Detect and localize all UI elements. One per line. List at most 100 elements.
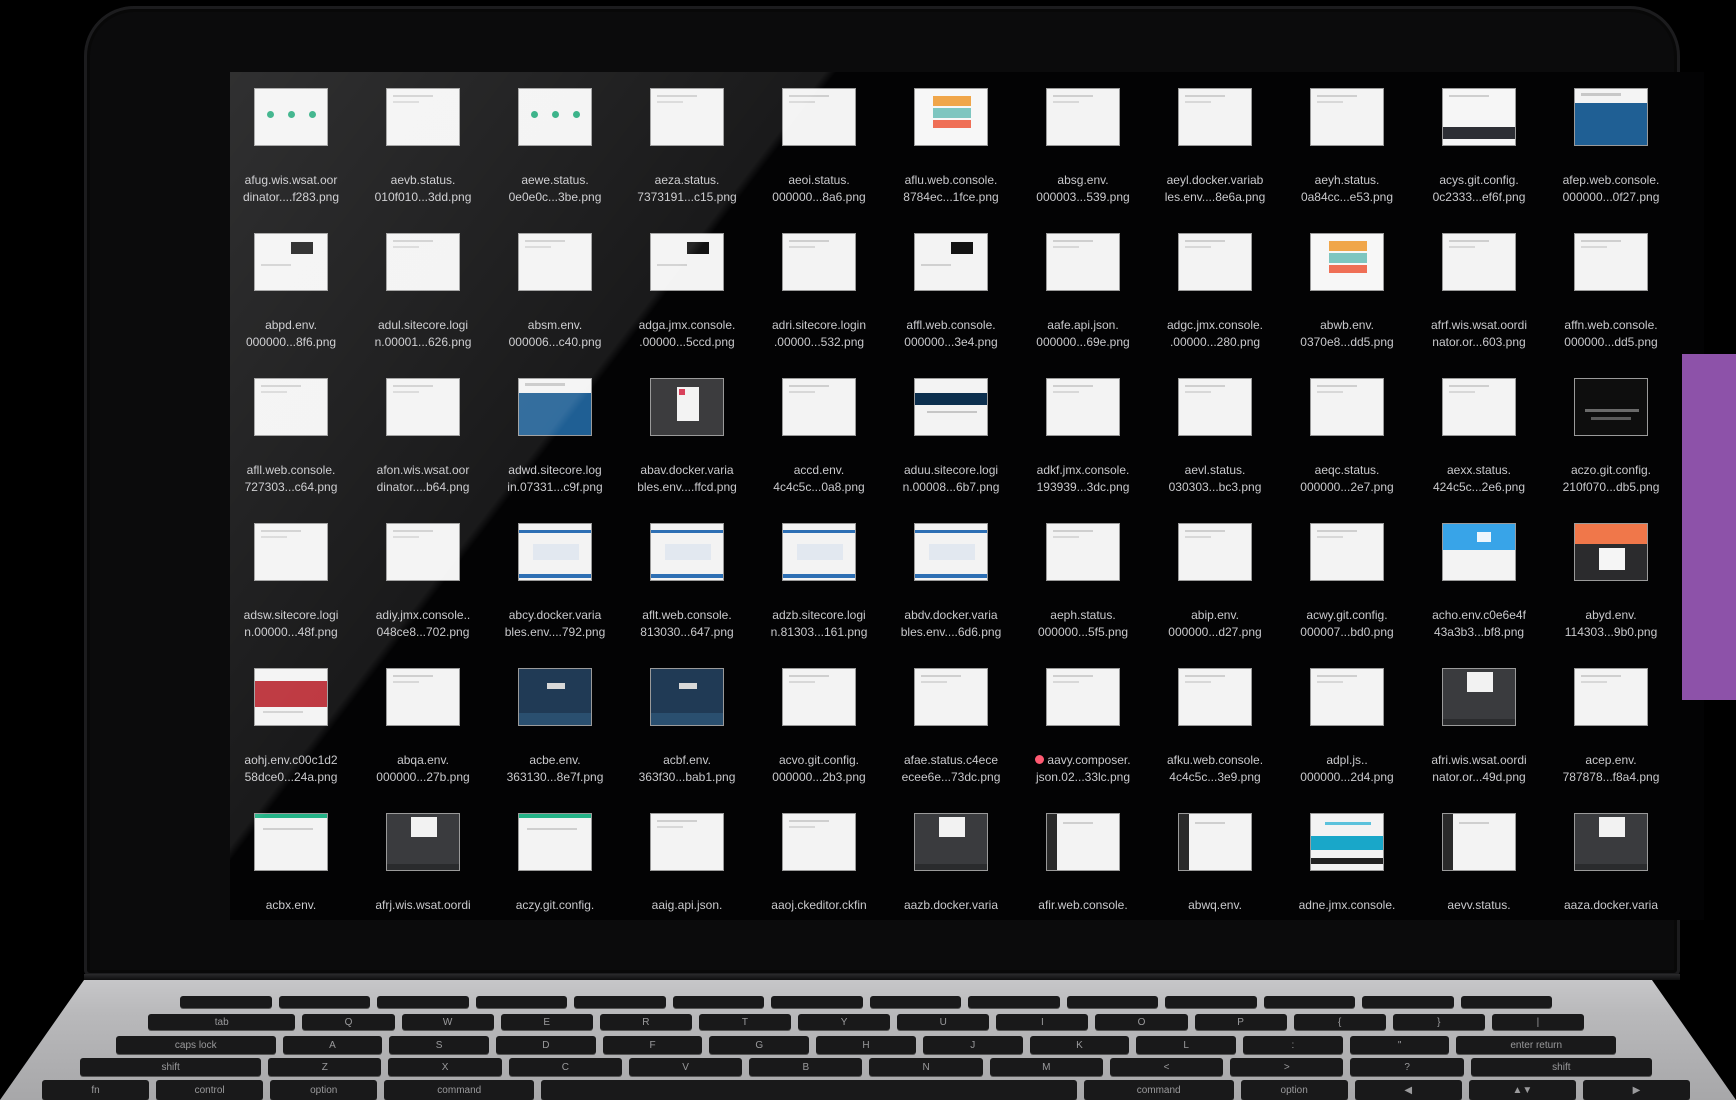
file-item[interactable]: afug.wis.wsat.oor dinator....f283.png bbox=[230, 88, 357, 233]
keyboard-key[interactable] bbox=[1066, 996, 1158, 1008]
file-thumbnail[interactable] bbox=[518, 523, 592, 581]
file-thumbnail[interactable] bbox=[1178, 233, 1252, 291]
keyboard-key[interactable]: } bbox=[1392, 1014, 1485, 1030]
file-item[interactable]: aexx.status. 424c5c...2e6.png bbox=[1413, 378, 1545, 523]
file-item[interactable]: acys.git.config. 0c2333...ef6f.png bbox=[1413, 88, 1545, 233]
keyboard-key[interactable] bbox=[574, 996, 666, 1008]
file-thumbnail[interactable] bbox=[1574, 668, 1648, 726]
keyboard-key[interactable] bbox=[180, 996, 272, 1008]
file-item[interactable]: abip.env. 000000...d27.png bbox=[1149, 523, 1281, 668]
file-thumbnail[interactable] bbox=[1178, 88, 1252, 146]
file-thumbnail[interactable] bbox=[1442, 813, 1516, 871]
file-item[interactable]: acbx.env. bbox=[230, 813, 357, 920]
keyboard-key[interactable]: shift bbox=[80, 1058, 262, 1076]
file-thumbnail[interactable] bbox=[1046, 233, 1120, 291]
file-thumbnail[interactable] bbox=[518, 233, 592, 291]
keyboard-key[interactable]: S bbox=[389, 1036, 489, 1054]
file-item[interactable]: adzb.sitecore.logi n.81303...161.png bbox=[753, 523, 885, 668]
keyboard-key[interactable]: ▶ bbox=[1582, 1080, 1690, 1100]
keyboard-key[interactable]: R bbox=[599, 1014, 692, 1030]
file-item[interactable]: abpd.env. 000000...8f6.png bbox=[230, 233, 357, 378]
keyboard-key[interactable] bbox=[771, 996, 863, 1008]
keyboard-key[interactable]: Y bbox=[798, 1014, 891, 1030]
file-item[interactable]: acho.env.c0e6e4f 43a3b3...bf8.png bbox=[1413, 523, 1545, 668]
file-item[interactable]: adiy.jmx.console.. 048ce8...702.png bbox=[357, 523, 489, 668]
file-thumbnail[interactable] bbox=[386, 523, 460, 581]
file-thumbnail[interactable] bbox=[1574, 378, 1648, 436]
keyboard-key[interactable]: Q bbox=[302, 1014, 395, 1030]
file-item[interactable]: aohj.env.c00c1d2 58dce0...24a.png bbox=[230, 668, 357, 813]
keyboard-key[interactable]: M bbox=[989, 1058, 1103, 1076]
file-item[interactable]: absm.env. 000006...c40.png bbox=[489, 233, 621, 378]
file-thumbnail[interactable] bbox=[386, 378, 460, 436]
file-item[interactable]: aevv.status. bbox=[1413, 813, 1545, 920]
keyboard-key[interactable]: enter return bbox=[1456, 1036, 1616, 1054]
keyboard-key[interactable]: | bbox=[1491, 1014, 1585, 1030]
file-thumbnail[interactable] bbox=[518, 378, 592, 436]
file-thumbnail[interactable] bbox=[650, 813, 724, 871]
file-thumbnail[interactable] bbox=[914, 88, 988, 146]
file-item[interactable]: abqa.env. 000000...27b.png bbox=[357, 668, 489, 813]
file-item[interactable]: aaig.api.json. bbox=[621, 813, 753, 920]
keyboard-key[interactable]: T bbox=[698, 1014, 792, 1030]
file-item[interactable]: afae.status.c4ece ecee6e...73dc.png bbox=[885, 668, 1017, 813]
file-thumbnail[interactable] bbox=[1046, 813, 1120, 871]
keyboard-key[interactable]: E bbox=[500, 1014, 593, 1030]
file-item[interactable]: aeza.status. 7373191...c15.png bbox=[621, 88, 753, 233]
file-item[interactable]: aczy.git.config. bbox=[489, 813, 621, 920]
keyboard-key[interactable]: U bbox=[897, 1014, 990, 1030]
file-thumbnail[interactable] bbox=[1574, 233, 1648, 291]
file-thumbnail[interactable] bbox=[914, 378, 988, 436]
file-thumbnail[interactable] bbox=[650, 88, 724, 146]
file-item[interactable]: adgc.jmx.console. .00000...280.png bbox=[1149, 233, 1281, 378]
file-item[interactable]: abwb.env. 0370e8...dd5.png bbox=[1281, 233, 1413, 378]
keyboard-key[interactable]: tab bbox=[148, 1014, 296, 1030]
file-thumbnail[interactable] bbox=[1178, 668, 1252, 726]
file-item[interactable]: absg.env. 000003...539.png bbox=[1017, 88, 1149, 233]
file-thumbnail[interactable] bbox=[914, 523, 988, 581]
file-item[interactable]: af ta bbox=[1677, 88, 1704, 233]
file-thumbnail[interactable] bbox=[782, 233, 856, 291]
keyboard-key[interactable] bbox=[1165, 996, 1257, 1008]
keyboard-key[interactable] bbox=[541, 1080, 1077, 1100]
file-item[interactable]: aavy.composer. json.02...33lc.png bbox=[1017, 668, 1149, 813]
file-thumbnail[interactable] bbox=[782, 813, 856, 871]
file-thumbnail[interactable] bbox=[1442, 523, 1516, 581]
keyboard-key[interactable] bbox=[1460, 996, 1552, 1008]
file-thumbnail[interactable] bbox=[1310, 668, 1384, 726]
file-item[interactable]: adsw.sitecore.logi n.00000...48f.png bbox=[230, 523, 357, 668]
file-item[interactable]: afrf.wis.wsat.oordi nator.or...603.png bbox=[1413, 233, 1545, 378]
file-item[interactable]: affn.web.console. 000000...dd5.png bbox=[1545, 233, 1677, 378]
keyboard-key[interactable] bbox=[1263, 996, 1355, 1008]
file-thumbnail[interactable] bbox=[1442, 233, 1516, 291]
file-item[interactable]: aaoj.ckeditor.ckfin bbox=[753, 813, 885, 920]
keyboard-key[interactable]: ▲▼ bbox=[1468, 1080, 1576, 1100]
file-thumbnail[interactable] bbox=[1442, 88, 1516, 146]
keyboard-key[interactable]: F bbox=[602, 1036, 703, 1054]
keyboard-key[interactable]: fn bbox=[42, 1080, 150, 1100]
keyboard-key[interactable] bbox=[377, 996, 469, 1008]
file-thumbnail[interactable] bbox=[914, 233, 988, 291]
file-thumbnail[interactable] bbox=[1310, 378, 1384, 436]
keyboard-key[interactable]: option bbox=[270, 1080, 378, 1100]
file-item[interactable]: afon.wis.wsat.oor dinator....b64.png bbox=[357, 378, 489, 523]
keyboard-key[interactable] bbox=[869, 996, 961, 1008]
file-thumbnail[interactable] bbox=[1442, 378, 1516, 436]
file-item[interactable]: aeyl.docker.variab les.env....8e6a.png bbox=[1149, 88, 1281, 233]
file-item[interactable]: adul.sitecore.logi n.00001...626.png bbox=[357, 233, 489, 378]
keyboard-key[interactable]: control bbox=[156, 1080, 264, 1100]
file-thumbnail[interactable] bbox=[1046, 378, 1120, 436]
file-item[interactable]: aazb.docker.varia bbox=[885, 813, 1017, 920]
file-item[interactable]: afll.web.console. 727303...c64.png bbox=[230, 378, 357, 523]
keyboard-key[interactable]: G bbox=[709, 1036, 810, 1054]
file-thumbnail[interactable] bbox=[1442, 668, 1516, 726]
keyboard-key[interactable]: V bbox=[628, 1058, 743, 1076]
file-item[interactable]: aafe.api.json. 000000...69e.png bbox=[1017, 233, 1149, 378]
file-thumbnail[interactable] bbox=[1046, 88, 1120, 146]
file-item[interactable]: abdv.docker.varia bles.env....6d6.png bbox=[885, 523, 1017, 668]
file-thumbnail[interactable] bbox=[1310, 233, 1384, 291]
keyboard-key[interactable]: B bbox=[749, 1058, 863, 1076]
keyboard-key[interactable]: " bbox=[1349, 1036, 1450, 1054]
keyboard-key[interactable]: O bbox=[1095, 1014, 1188, 1030]
file-thumbnail[interactable] bbox=[650, 668, 724, 726]
